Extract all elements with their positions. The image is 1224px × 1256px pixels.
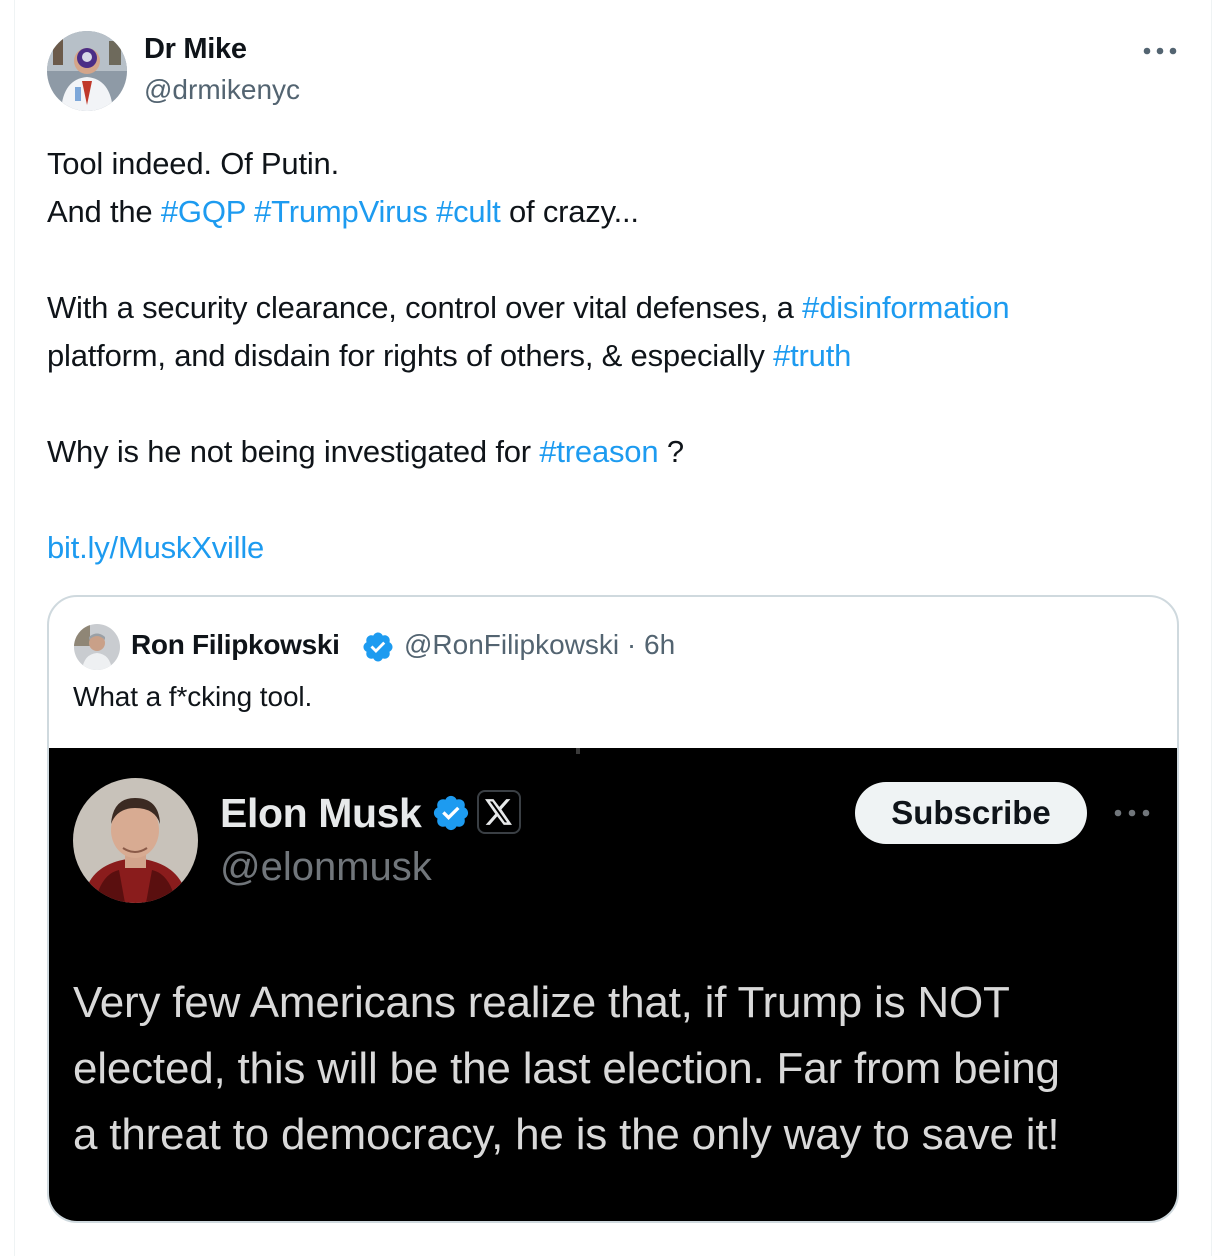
- text-segment: And the: [47, 194, 153, 229]
- tweet-line: And the #GQP #TrumpVirus #cult of crazy.…: [47, 188, 1187, 236]
- embedded-author-handle: @elonmusk: [220, 845, 432, 889]
- tweet-line: Why is he not being investigated for #tr…: [47, 428, 1187, 476]
- text-segment: Why is he not being investigated for: [47, 434, 531, 469]
- hashtag-truth[interactable]: #truth: [773, 338, 851, 373]
- x-logo-icon: [477, 790, 521, 834]
- quote-author-name[interactable]: Ron Filipkowski: [131, 629, 340, 661]
- author-handle[interactable]: @drmikenyc: [144, 74, 300, 106]
- more-icon[interactable]: [1138, 36, 1182, 66]
- embedded-author-avatar: [73, 778, 198, 903]
- embedded-tweet-text: Very few Americans realize that, if Trum…: [73, 970, 1163, 1168]
- embedded-text-line: Very few Americans realize that, if Trum…: [73, 978, 1010, 1027]
- tweet-line: bit.ly/MuskXville: [47, 524, 1187, 572]
- tweet-line: With a security clearance, control over …: [47, 284, 1187, 332]
- quote-author-avatar[interactable]: [74, 624, 120, 670]
- verified-badge-icon: [361, 630, 395, 664]
- embedded-text-line: elected, this will be the last election.…: [73, 1044, 1060, 1093]
- author-name[interactable]: Dr Mike: [144, 33, 247, 66]
- embedded-screenshot-image[interactable]: Elon Musk @elonmusk Subscribe Very few A…: [49, 748, 1177, 1221]
- more-icon: [1111, 800, 1153, 826]
- quoted-tweet[interactable]: Ron Filipkowski @RonFilipkowski · 6h Wha…: [47, 595, 1179, 1223]
- hashtag-treason[interactable]: #treason: [539, 434, 658, 469]
- text-segment: ?: [666, 434, 684, 469]
- embedded-author-name: Elon Musk: [220, 790, 422, 836]
- hashtag-gqp[interactable]: #GQP: [161, 194, 246, 229]
- hashtag-cult[interactable]: #cult: [436, 194, 501, 229]
- author-avatar[interactable]: [47, 31, 127, 111]
- text-segment: of crazy...: [508, 194, 639, 229]
- text-segment: With a security clearance, control over …: [47, 290, 794, 325]
- text-segment: platform, and disdain for rights of othe…: [47, 338, 765, 373]
- hashtag-disinformation[interactable]: #disinformation: [802, 290, 1009, 325]
- quote-author-handle[interactable]: @RonFilipkowski · 6h: [404, 629, 675, 661]
- embedded-text-line: a threat to democracy, he is the only wa…: [73, 1110, 1060, 1159]
- hashtag-trumpvirus[interactable]: #TrumpVirus: [254, 194, 428, 229]
- verified-badge-icon: [431, 793, 471, 833]
- tweet-line: Tool indeed. Of Putin.: [47, 146, 340, 181]
- subscribe-button: Subscribe: [855, 782, 1087, 844]
- quote-text: What a f*cking tool.: [73, 681, 313, 712]
- external-link[interactable]: bit.ly/MuskXville: [47, 530, 264, 565]
- tweet-text: Tool indeed. Of Putin. And the #GQP #Tru…: [47, 140, 1187, 572]
- tweet-line: platform, and disdain for rights of othe…: [47, 332, 1187, 380]
